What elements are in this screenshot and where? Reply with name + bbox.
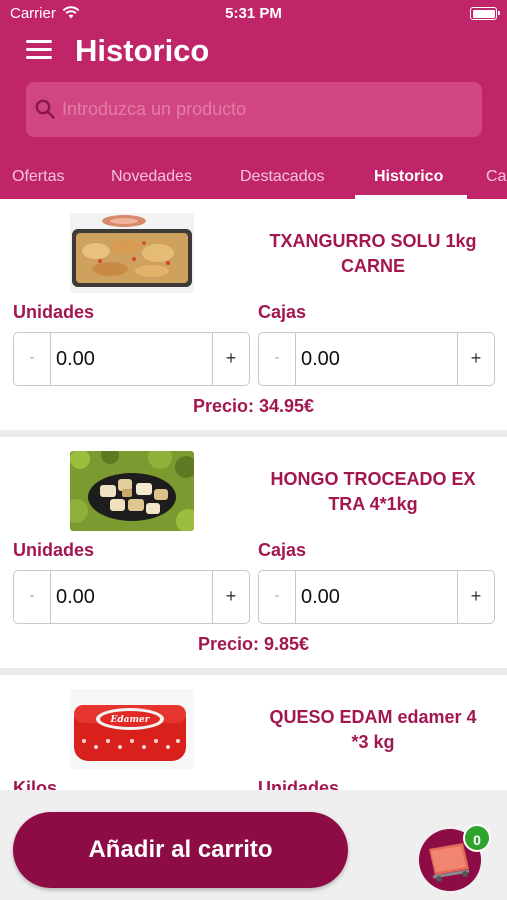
units-stepper: - 0.00 +: [13, 570, 250, 624]
product-name-line1: HONGO TROCEADO EX: [270, 469, 476, 489]
boxes-stepper: - 0.00 +: [258, 332, 495, 386]
tab-ofertas[interactable]: Ofertas: [12, 168, 64, 186]
tab-destacados[interactable]: Destacados: [240, 168, 325, 186]
mushroom-pieces-photo: [70, 451, 194, 531]
increment-button[interactable]: +: [212, 333, 249, 385]
increment-button[interactable]: +: [212, 571, 249, 623]
units-field[interactable]: 0.00: [56, 333, 206, 385]
status-time: 5:31 PM: [225, 5, 282, 22]
kilos-label: Kilos: [13, 778, 58, 790]
boxes-field[interactable]: 0.00: [301, 333, 451, 385]
product-card: HONGO TROCEADO EX TRA 4*1kg Unidades Caj…: [0, 437, 507, 668]
units-field[interactable]: 0.00: [56, 571, 206, 623]
product-card: Edamer QUESO EDAM edamer 4 *3 kg Kilos U…: [0, 675, 507, 790]
battery-icon: [470, 7, 500, 20]
product-name-line1: TXANGURRO SOLU 1kg: [269, 231, 477, 251]
units-label: Unidades: [13, 302, 95, 322]
search-bar[interactable]: [26, 82, 482, 137]
increment-button[interactable]: +: [457, 571, 494, 623]
product-name-line2: TRA 4*1kg: [328, 494, 418, 514]
decrement-button[interactable]: -: [14, 333, 51, 385]
search-input[interactable]: [62, 88, 472, 130]
decrement-button[interactable]: -: [14, 571, 51, 623]
boxes-label: Cajas: [258, 302, 307, 322]
add-to-cart-button[interactable]: Añadir al carrito: [13, 812, 348, 888]
product-name-line2: *3 kg: [351, 732, 395, 752]
product-price: Precio: 34.95€: [192, 396, 315, 416]
status-bar: Carrier 5:31 PM: [0, 0, 507, 28]
boxes-field[interactable]: 0.00: [301, 571, 451, 623]
units-label: Unidades: [13, 540, 95, 560]
cart-count-badge: 0: [463, 824, 491, 852]
product-price: Precio: 9.85€: [197, 634, 310, 654]
product-card: TXANGURRO SOLU 1kg CARNE Unidades Cajas …: [0, 199, 507, 430]
units-stepper: - 0.00 +: [13, 332, 250, 386]
product-name-line1: QUESO EDAM edamer 4: [269, 707, 477, 727]
product-name: QUESO EDAM edamer 4 *3 kg: [248, 705, 498, 755]
app-header: Carrier 5:31 PM Historico Ofertas Noveda…: [0, 0, 507, 199]
product-list[interactable]: TXANGURRO SOLU 1kg CARNE Unidades Cajas …: [0, 199, 507, 790]
increment-button[interactable]: +: [457, 333, 494, 385]
product-name-line2: CARNE: [340, 256, 405, 276]
category-tabs: Ofertas Novedades Destacados Historico C…: [0, 158, 507, 199]
tab-historico[interactable]: Historico: [374, 168, 443, 186]
edam-cheese-photo: Edamer: [70, 689, 194, 769]
units-label: Unidades: [258, 778, 340, 790]
cart-footer: Añadir al carrito 0: [0, 790, 507, 900]
decrement-button[interactable]: -: [259, 333, 296, 385]
hamburger-menu-icon[interactable]: [26, 40, 52, 60]
product-name: HONGO TROCEADO EX TRA 4*1kg: [248, 467, 498, 517]
tab-novedades[interactable]: Novedades: [111, 168, 192, 186]
product-name: TXANGURRO SOLU 1kg CARNE: [248, 229, 498, 279]
page-title: Historico: [75, 33, 210, 68]
decrement-button[interactable]: -: [259, 571, 296, 623]
boxes-label: Cajas: [258, 540, 307, 560]
seafood-gratin-photo: [70, 213, 194, 293]
tab-categorias[interactable]: Ca: [486, 168, 506, 186]
search-icon: [35, 99, 55, 119]
svg-text:Edamer: Edamer: [110, 715, 151, 725]
boxes-stepper: - 0.00 +: [258, 570, 495, 624]
